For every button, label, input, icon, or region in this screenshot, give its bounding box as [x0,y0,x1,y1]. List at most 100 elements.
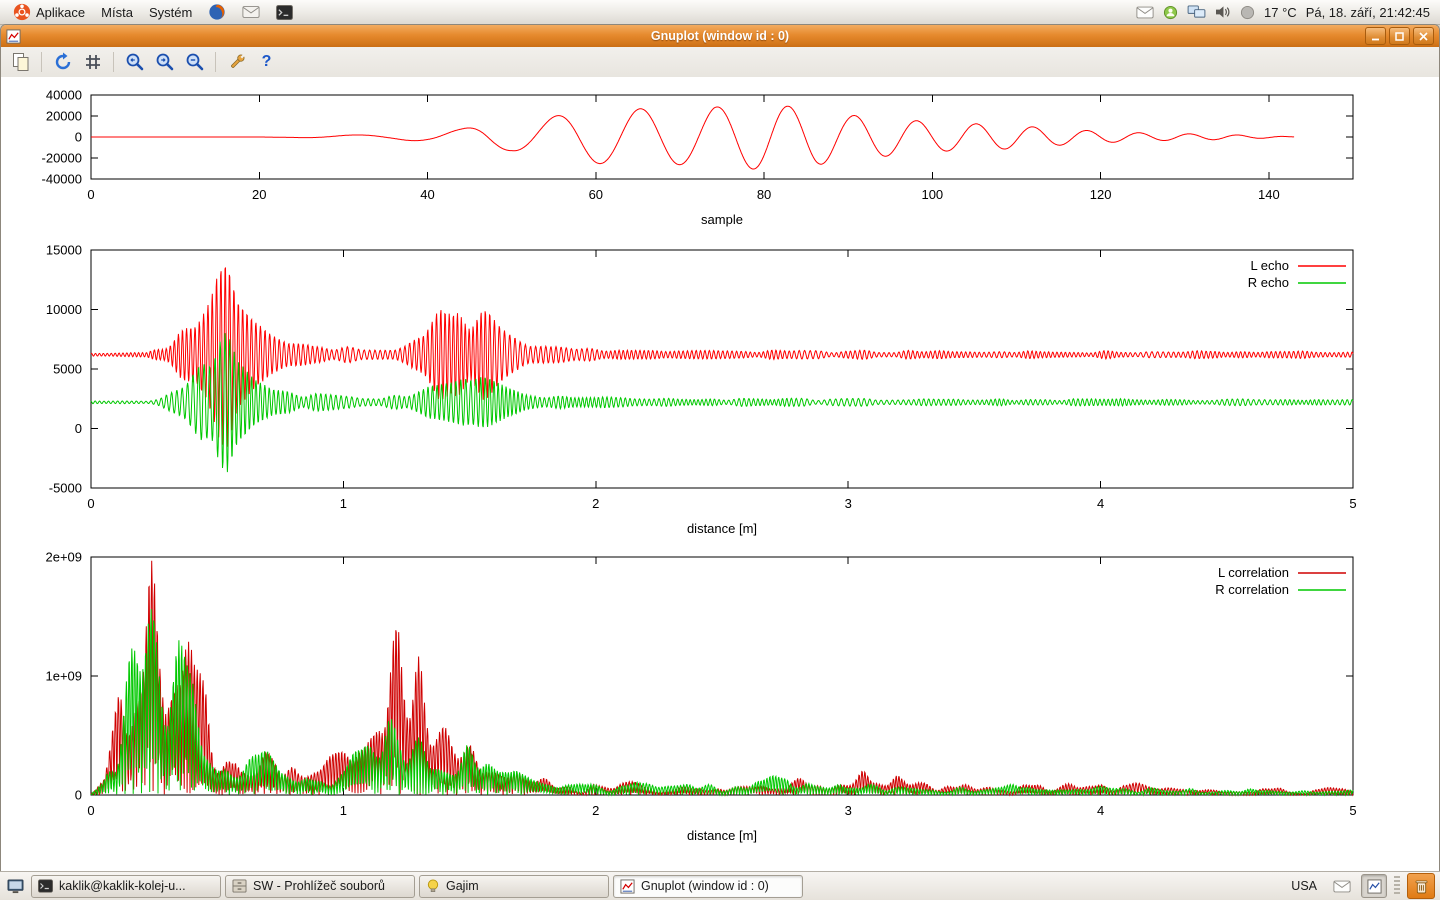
help-icon: ? [262,53,272,71]
svg-text:0: 0 [75,130,82,145]
svg-text:distance [m]: distance [m] [687,828,757,843]
chart-echo: 012345-5000050001000015000distance [m]L … [1,229,1439,541]
task-label: Gajim [446,879,479,893]
task-label: Gnuplot (window id : 0) [641,879,769,893]
temperature-indicator: 17 °C [1264,5,1297,20]
firefox-icon [208,3,226,21]
svg-text:L echo: L echo [1250,258,1289,273]
minimize-icon [1371,32,1380,41]
task-button-terminal[interactable]: kaklik@kaklik-kolej-u... [31,875,221,898]
svg-text:1: 1 [340,803,347,818]
volume-icon[interactable] [1215,5,1231,19]
replot-icon [53,52,73,72]
svg-text:5: 5 [1349,803,1356,818]
toolbar-separator [215,52,216,72]
show-desktop-button[interactable] [3,875,27,897]
svg-text:0: 0 [87,187,94,202]
close-button[interactable] [1413,27,1434,45]
menu-places[interactable]: Místa [94,3,140,22]
task-button-gnuplot[interactable]: Gnuplot (window id : 0) [613,875,803,898]
grid-icon [84,53,102,71]
svg-text:100: 100 [921,187,943,202]
svg-text:0: 0 [87,803,94,818]
plot-area: 020406080100120140-40000-200000200004000… [1,77,1439,871]
svg-text:2e+09: 2e+09 [45,550,82,565]
mail-client-icon [242,5,260,19]
svg-text:40: 40 [420,187,434,202]
copy-icon [11,52,31,72]
window-title: Gnuplot (window id : 0) [1,29,1439,43]
trash-button[interactable] [1407,873,1435,899]
applet-drag-handle[interactable] [1394,876,1400,896]
zoom-previous-icon [125,52,145,72]
svg-text:3: 3 [845,496,852,511]
gnuplot-icon [620,879,635,894]
svg-text:4: 4 [1097,803,1104,818]
maximize-button[interactable] [1389,27,1410,45]
terminal-launcher[interactable] [269,3,300,22]
firefox-launcher[interactable] [201,1,233,23]
svg-text:-20000: -20000 [42,151,82,166]
svg-text:2: 2 [592,496,599,511]
terminal-launcher-icon [276,5,293,20]
svg-text:5000: 5000 [53,362,82,377]
gnuplot-window: Gnuplot (window id : 0) [0,24,1440,872]
unzoom-icon [185,52,205,72]
chart-correlation: 01234501e+092e+09distance [m]L correlati… [1,541,1439,851]
copy-to-clipboard-button[interactable] [8,50,33,75]
file-manager-icon [232,879,247,893]
weather-icon[interactable] [1240,5,1255,20]
plot-app-tray-button[interactable] [1361,874,1387,898]
gnuplot-window-icon [6,29,21,44]
clock[interactable]: Pá, 18. září, 21:42:45 [1306,5,1430,20]
presence-icon[interactable] [1163,5,1178,20]
svg-text:15000: 15000 [46,243,82,258]
mail-client-launcher[interactable] [235,3,267,21]
zoom-previous-button[interactable] [122,50,147,75]
svg-text:3: 3 [845,803,852,818]
taskbar: kaklik@kaklik-kolej-u... SW - Prohlížeč … [0,871,1440,900]
task-button-file-manager[interactable]: SW - Prohlížeč souborů [225,875,415,898]
mail-tray-button[interactable] [1330,875,1354,897]
show-desktop-icon [7,879,24,894]
grid-button[interactable] [80,50,105,75]
replot-button[interactable] [50,50,75,75]
menu-places-label: Místa [101,5,133,20]
menu-applications[interactable]: Aplikace [6,1,92,23]
svg-text:20000: 20000 [46,109,82,124]
mail-notification-icon[interactable] [1136,6,1154,19]
network-icon[interactable] [1187,5,1206,19]
window-titlebar[interactable]: Gnuplot (window id : 0) [1,25,1439,47]
keyboard-layout-indicator[interactable]: USA [1285,878,1323,894]
svg-text:120: 120 [1090,187,1112,202]
plot-app-tray-icon [1367,879,1382,894]
menu-system-label: Systém [149,5,192,20]
svg-text:sample: sample [701,212,743,227]
gnuplot-toolbar: ? [1,47,1439,78]
settings-button[interactable] [224,50,249,75]
zoom-next-icon [155,52,175,72]
chart-signal: 020406080100120140-40000-200000200004000… [1,77,1439,229]
menu-system[interactable]: Systém [142,3,199,22]
svg-text:5: 5 [1349,496,1356,511]
unzoom-button[interactable] [182,50,207,75]
terminal-icon [38,879,53,893]
task-label: SW - Prohlížeč souborů [253,879,385,893]
help-button[interactable]: ? [254,50,279,75]
task-button-gajim[interactable]: Gajim [419,875,609,898]
mail-tray-icon [1333,880,1351,893]
svg-text:20: 20 [252,187,266,202]
svg-text:1e+09: 1e+09 [45,669,82,684]
top-panel: Aplikace Místa Systém [0,0,1440,25]
maximize-icon [1395,32,1404,41]
ubuntu-logo-icon [13,3,31,21]
zoom-next-button[interactable] [152,50,177,75]
svg-text:0: 0 [87,496,94,511]
settings-wrench-icon [227,52,247,72]
minimize-button[interactable] [1365,27,1386,45]
svg-text:40000: 40000 [46,88,82,103]
svg-text:4: 4 [1097,496,1104,511]
svg-text:R correlation: R correlation [1215,582,1289,597]
svg-text:-40000: -40000 [42,172,82,187]
svg-text:2: 2 [592,803,599,818]
